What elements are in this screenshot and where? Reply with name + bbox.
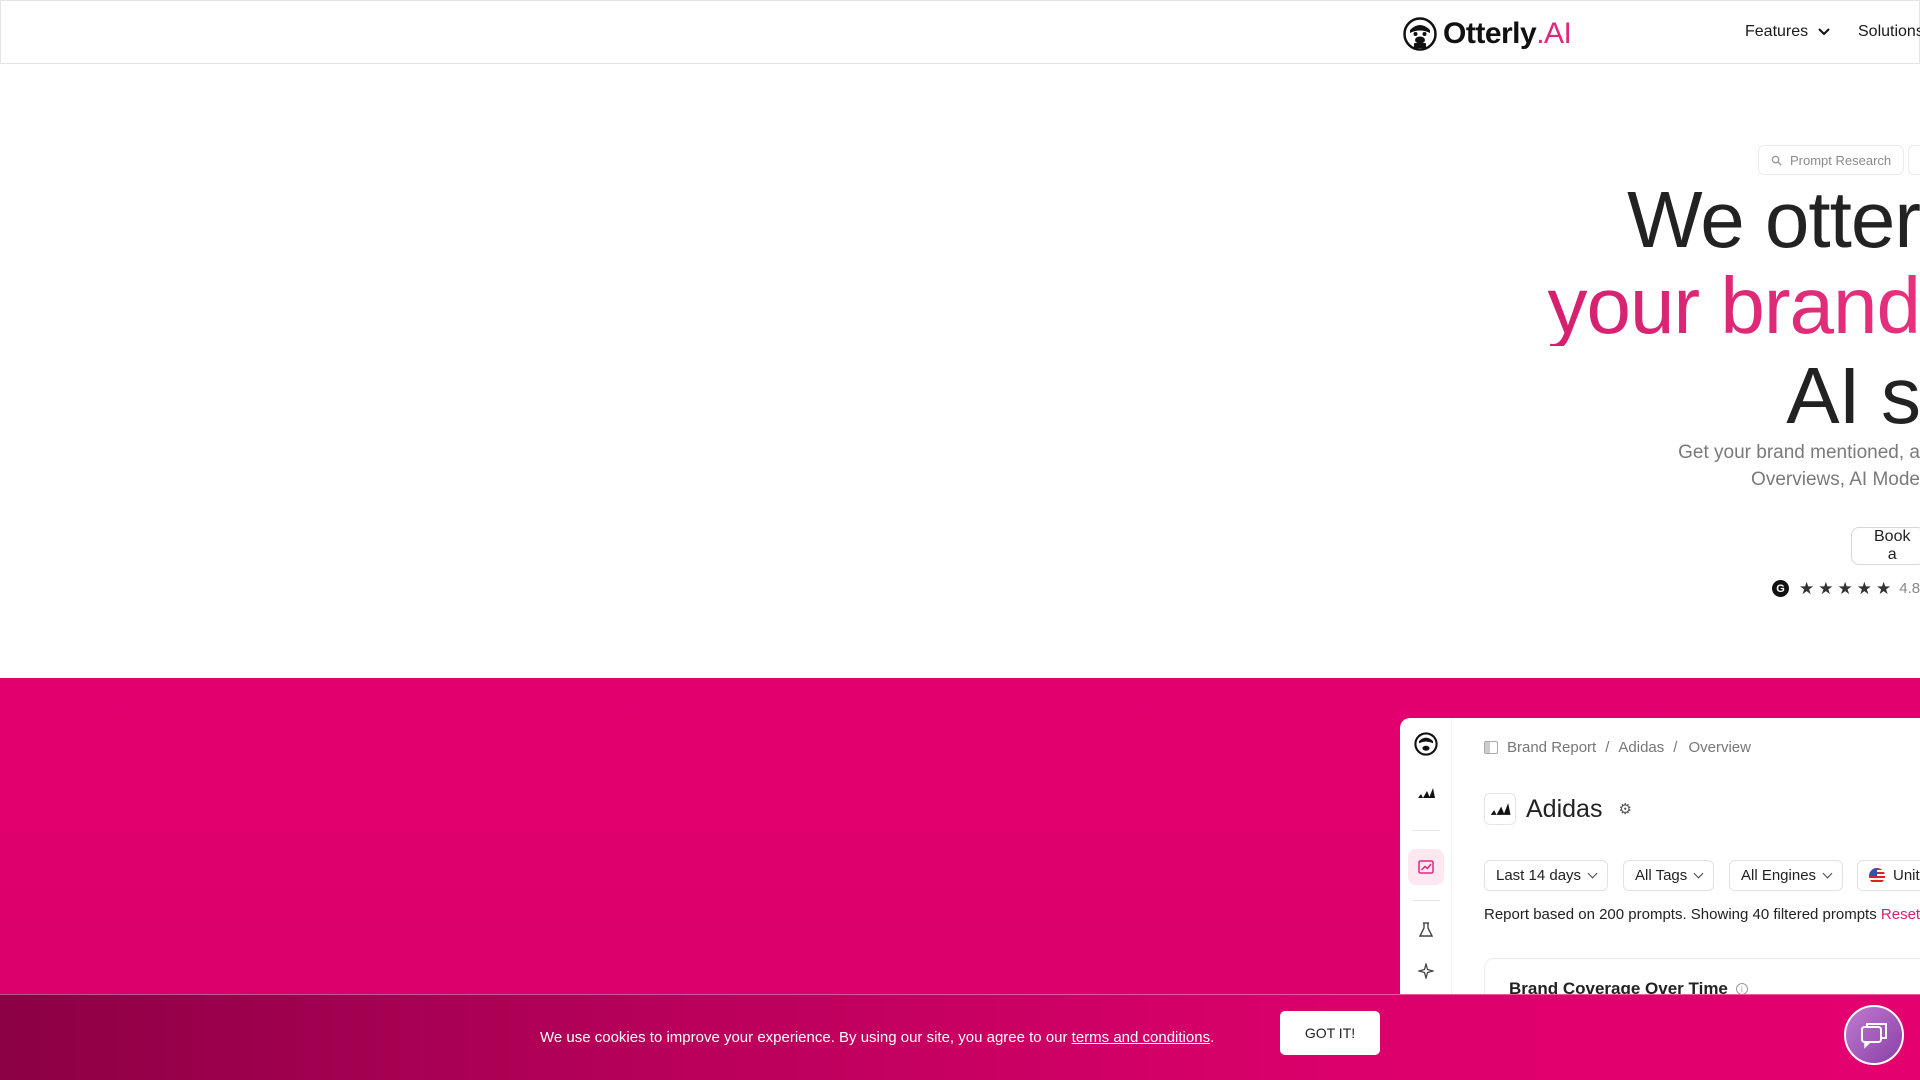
gear-icon[interactable]: ⚙ (1618, 800, 1631, 818)
breadcrumb-separator: / (1605, 739, 1610, 756)
logo-wordmark: Otterly.AI (1443, 17, 1572, 50)
star-icon: ★ (1799, 579, 1815, 598)
book-demo-button[interactable]: Book a (1851, 527, 1920, 565)
engines-filter[interactable]: All Engines (1729, 860, 1844, 891)
breadcrumb-brand-report[interactable]: Brand Report (1507, 739, 1596, 756)
period-filter[interactable]: Last 14 days (1484, 860, 1609, 891)
prompt-research-label: Prompt Research (1790, 152, 1892, 168)
report-summary: Report based on 200 prompts. Showing 40 … (1484, 906, 1920, 923)
hero-subtitle-line1: Get your brand mentioned, a (1678, 442, 1920, 463)
next-chip[interactable] (1908, 145, 1920, 175)
hero-subtitle-line2: Overviews, AI Mode (1751, 469, 1920, 490)
breadcrumb-overview: Overview (1688, 739, 1751, 756)
cookie-banner: We use cookies to improve your experienc… (0, 994, 1920, 1080)
tags-filter[interactable]: All Tags (1623, 860, 1715, 891)
terms-link[interactable]: terms and conditions (1072, 1029, 1210, 1046)
prompt-research-chip[interactable]: Prompt Research (1758, 145, 1905, 175)
chevron-down-icon (1693, 868, 1704, 879)
cookie-message: We use cookies to improve your experienc… (540, 1029, 1068, 1046)
otterly-logo[interactable]: Otterly.AI (1403, 17, 1572, 51)
nav-features[interactable]: Features (1745, 23, 1830, 41)
sidebar-toggle-icon[interactable] (1484, 741, 1498, 754)
tags-filter-label: All Tags (1635, 867, 1688, 884)
chart-rail-icon[interactable] (1408, 849, 1444, 885)
star-icon: ★ (1856, 579, 1872, 598)
cookie-text: We use cookies to improve your experienc… (540, 1029, 1214, 1046)
us-flag-icon (1869, 867, 1885, 884)
g2-badge-icon: G (1772, 580, 1789, 597)
period-filter-label: Last 14 days (1496, 867, 1582, 884)
nav-solutions[interactable]: Solutions (1858, 23, 1920, 41)
rating-row: G ★ ★ ★ ★ ★ 4.8 (1772, 580, 1920, 597)
otter-rail-icon[interactable] (1413, 731, 1439, 757)
search-icon (1771, 155, 1782, 166)
otter-logo-icon (1403, 17, 1437, 51)
flask-icon[interactable] (1413, 917, 1439, 943)
chevron-down-icon (1587, 868, 1598, 879)
adidas-rail-icon[interactable] (1413, 780, 1439, 806)
star-icon: ★ (1876, 579, 1892, 598)
adidas-logo-icon (1484, 793, 1516, 825)
rail-divider (1412, 830, 1440, 831)
sparkle-icon[interactable] (1413, 958, 1439, 984)
chat-widget-button[interactable] (1844, 1005, 1904, 1065)
breadcrumb-separator: / (1673, 739, 1678, 756)
engines-filter-label: All Engines (1741, 867, 1817, 884)
reset-link[interactable]: Reset (1881, 906, 1920, 923)
hero-headline-line3: AI s (1786, 351, 1920, 440)
star-icon: ★ (1837, 579, 1853, 598)
breadcrumb: Brand Report / Adidas / Overview (1484, 739, 1751, 756)
hero-headline-line1: We otter (1627, 175, 1920, 264)
country-filter[interactable]: Unit (1857, 860, 1920, 891)
got-it-button[interactable]: GOT IT! (1280, 1011, 1380, 1055)
rating-value: 4.8 (1899, 580, 1920, 597)
top-nav: Otterly.AI Features Solutions (0, 0, 1920, 64)
chevron-down-icon (1818, 28, 1830, 36)
hero-headline-line2: your brand (1547, 261, 1920, 350)
rail-divider (1412, 900, 1440, 901)
country-filter-label: Unit (1893, 867, 1920, 884)
nav-features-label: Features (1745, 23, 1809, 40)
brand-name: Adidas (1526, 794, 1603, 823)
chat-icon (1861, 1023, 1887, 1049)
star-icon: ★ (1818, 579, 1834, 598)
brand-header: Adidas ⚙ (1484, 793, 1632, 825)
report-summary-text: Report based on 200 prompts. Showing 40 … (1484, 906, 1877, 923)
breadcrumb-adidas[interactable]: Adidas (1618, 739, 1664, 756)
cookie-period: . (1210, 1029, 1215, 1046)
chevron-down-icon (1822, 868, 1833, 879)
